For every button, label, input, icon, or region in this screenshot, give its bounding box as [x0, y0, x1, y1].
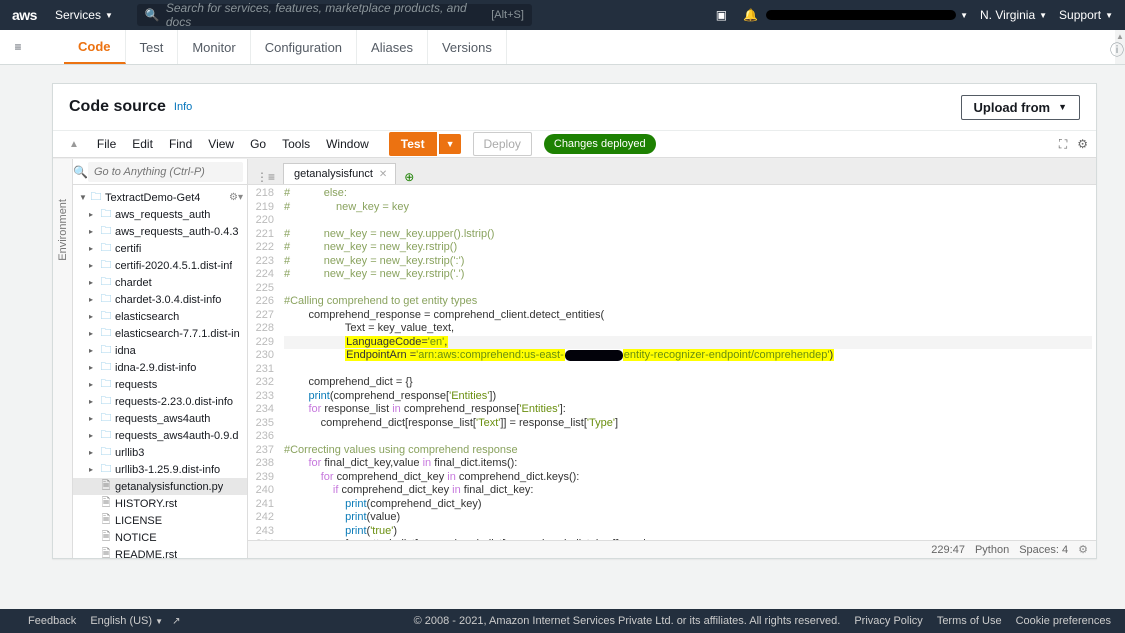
account-menu[interactable]	[766, 10, 956, 20]
environment-label: Environment	[57, 199, 69, 261]
tree-folder[interactable]: ▸🗀requests_aws4auth-0.9.d	[73, 427, 247, 444]
deploy-button: Deploy	[473, 132, 532, 156]
caret-down-icon: ▼	[960, 11, 968, 20]
language-selector[interactable]: English (US) ▼ ↗	[90, 615, 180, 627]
services-label: Services	[55, 8, 101, 22]
tree-folder[interactable]: ▸🗀urllib3-1.25.9.dist-info	[73, 461, 247, 478]
menu-edit[interactable]: Edit	[124, 137, 161, 151]
code-source-card: Code source Info Upload from ▼ ▲ FileEdi…	[52, 83, 1097, 559]
code-area[interactable]: 2182192202212222232242252262272282292302…	[248, 185, 1096, 540]
footer-link[interactable]: Privacy Policy	[854, 615, 922, 627]
upload-from-button[interactable]: Upload from ▼	[961, 95, 1080, 120]
hamburger-icon[interactable]: ≡	[0, 30, 36, 64]
region-menu[interactable]: N. Virginia ▼	[980, 8, 1047, 22]
test-button[interactable]: Test	[389, 132, 437, 156]
tree-folder[interactable]: ▸🗀aws_requests_auth-0.4.3	[73, 223, 247, 240]
tree-folder[interactable]: ▸🗀idna	[73, 342, 247, 359]
gear-icon[interactable]: ⚙▾	[229, 192, 243, 203]
tree-folder[interactable]: ▸🗀urllib3	[73, 444, 247, 461]
tab-versions[interactable]: Versions	[428, 30, 507, 64]
footer-link[interactable]: Cookie preferences	[1016, 615, 1111, 627]
console-footer: Feedback English (US) ▼ ↗ © 2008 - 2021,…	[0, 609, 1125, 633]
environment-rail[interactable]: Environment	[53, 159, 73, 558]
ide-menubar: ▲ FileEditFindViewGoToolsWindow Test ▼ D…	[53, 130, 1096, 158]
caret-down-icon: ▼	[1039, 11, 1047, 20]
language-mode[interactable]: Python	[975, 544, 1009, 556]
menu-window[interactable]: Window	[318, 137, 377, 151]
tab-configuration[interactable]: Configuration	[251, 30, 357, 64]
tree-file[interactable]: 🗎NOTICE	[73, 529, 247, 546]
tree-folder[interactable]: ▸🗀idna-2.9.dist-info	[73, 359, 247, 376]
indent-mode[interactable]: Spaces: 4	[1019, 544, 1068, 556]
support-label: Support	[1059, 8, 1101, 22]
goto-input[interactable]	[88, 162, 243, 182]
notifications-icon[interactable]: 🔔	[743, 8, 758, 22]
tree-file[interactable]: 🗎getanalysisfunction.py	[73, 478, 247, 495]
search-icon[interactable]: 🔍	[73, 165, 88, 179]
menu-find[interactable]: Find	[161, 137, 200, 151]
upload-label: Upload from	[974, 100, 1051, 115]
support-menu[interactable]: Support ▼	[1059, 8, 1113, 22]
feedback-link[interactable]: Feedback	[28, 615, 76, 627]
tree-root[interactable]: ▼🗀TextractDemo-Get4⚙▾	[73, 189, 247, 206]
caret-down-icon: ▼	[155, 617, 163, 626]
code-editor: ⋮≡ getanalysisfunct ✕ ⊕ 2182192202212222…	[248, 159, 1096, 558]
card-title: Code source	[69, 98, 166, 116]
tree-folder[interactable]: ▸🗀elasticsearch	[73, 308, 247, 325]
collapse-icon[interactable]: ▲	[69, 139, 79, 150]
tree-folder[interactable]: ▸🗀certifi-2020.4.5.1.dist-inf	[73, 257, 247, 274]
tree-folder[interactable]: ▸🗀requests	[73, 376, 247, 393]
footer-link[interactable]: Terms of Use	[937, 615, 1002, 627]
search-placeholder: Search for services, features, marketpla…	[166, 1, 491, 29]
search-input[interactable]: 🔍 Search for services, features, marketp…	[137, 4, 532, 26]
caret-down-icon: ▼	[1105, 11, 1113, 20]
tab-monitor[interactable]: Monitor	[178, 30, 250, 64]
tree-file[interactable]: 🗎LICENSE	[73, 512, 247, 529]
deploy-status: Changes deployed	[544, 134, 656, 154]
tree-folder[interactable]: ▸🗀chardet-3.0.4.dist-info	[73, 291, 247, 308]
info-icon[interactable]: ⓘ	[1110, 40, 1124, 60]
aws-logo[interactable]: aws	[12, 7, 37, 23]
aws-header: aws Services ▼ 🔍 Search for services, fe…	[0, 0, 1125, 30]
tree-folder[interactable]: ▸🗀aws_requests_auth	[73, 206, 247, 223]
cloudshell-icon[interactable]: ▣	[716, 8, 727, 22]
fullscreen-icon[interactable]: ⛶	[1059, 137, 1067, 152]
tree-folder[interactable]: ▸🗀requests_aws4auth	[73, 410, 247, 427]
search-shortcut: [Alt+S]	[491, 9, 524, 21]
file-explorer: 🔍 ▼🗀TextractDemo-Get4⚙▾▸🗀aws_requests_au…	[73, 159, 248, 558]
tree-folder[interactable]: ▸🗀requests-2.23.0.dist-info	[73, 393, 247, 410]
menu-view[interactable]: View	[200, 137, 242, 151]
tree-folder[interactable]: ▸🗀elasticsearch-7.7.1.dist-in	[73, 325, 247, 342]
editor-tab[interactable]: getanalysisfunct ✕	[283, 163, 396, 184]
copyright: © 2008 - 2021, Amazon Internet Services …	[414, 615, 841, 627]
tree-file[interactable]: 🗎README.rst	[73, 546, 247, 558]
caret-down-icon: ▼	[1058, 102, 1067, 112]
services-menu[interactable]: Services ▼	[55, 8, 113, 22]
gear-icon[interactable]: ⚙	[1077, 137, 1088, 152]
menu-file[interactable]: File	[89, 137, 124, 151]
gear-icon[interactable]: ⚙	[1078, 543, 1088, 556]
tree-folder[interactable]: ▸🗀chardet	[73, 274, 247, 291]
tree-file[interactable]: 🗎HISTORY.rst	[73, 495, 247, 512]
info-link[interactable]: Info	[174, 101, 192, 113]
language-label: English (US)	[90, 615, 152, 627]
search-icon: 🔍	[145, 8, 160, 22]
tab-code[interactable]: Code	[64, 30, 126, 64]
tab-test[interactable]: Test	[126, 30, 179, 64]
caret-down-icon: ▼	[105, 11, 113, 20]
tab-aliases[interactable]: Aliases	[357, 30, 428, 64]
menu-tools[interactable]: Tools	[274, 137, 318, 151]
region-label: N. Virginia	[980, 8, 1035, 22]
lambda-tab-row: ≡ CodeTestMonitorConfigurationAliasesVer…	[0, 30, 1125, 65]
close-icon[interactable]: ✕	[379, 169, 387, 180]
editor-tab-label: getanalysisfunct	[294, 168, 373, 180]
new-tab-icon[interactable]: ⊕	[404, 170, 414, 184]
tab-menu-icon[interactable]: ⋮≡	[248, 170, 283, 184]
cursor-position: 229:47	[931, 544, 965, 556]
external-icon: ↗	[172, 616, 180, 627]
test-dropdown[interactable]: ▼	[439, 134, 461, 154]
menu-go[interactable]: Go	[242, 137, 274, 151]
editor-statusbar: 229:47 Python Spaces: 4 ⚙	[248, 540, 1096, 558]
tree-folder[interactable]: ▸🗀certifi	[73, 240, 247, 257]
